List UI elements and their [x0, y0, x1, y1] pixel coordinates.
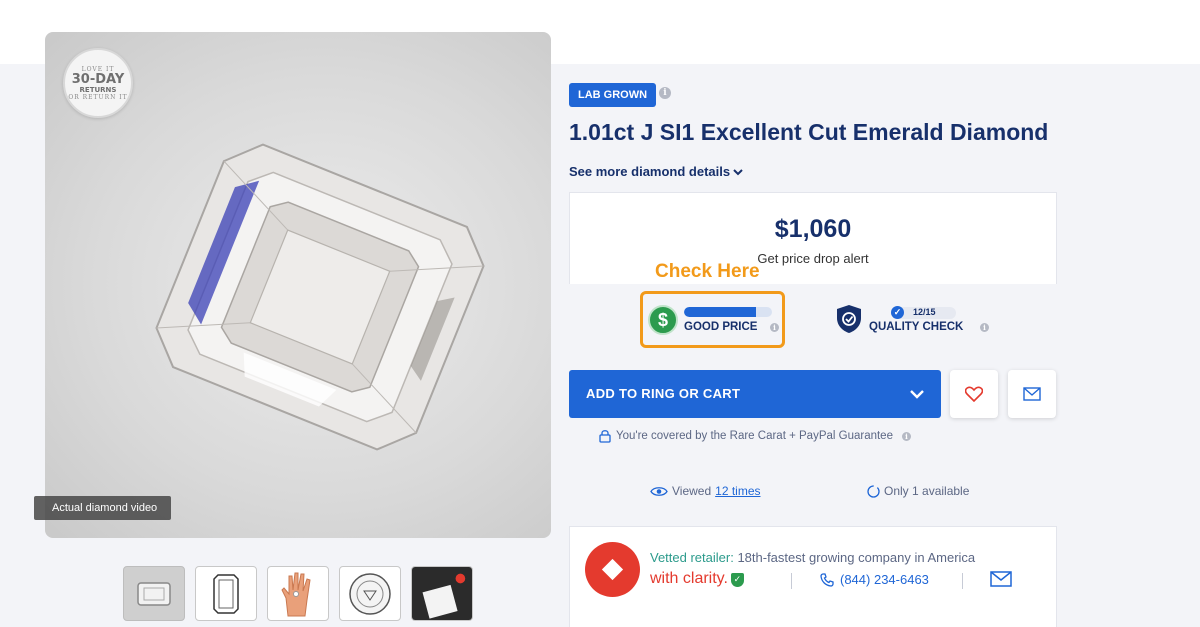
price-drop-alert-link[interactable]: Get price drop alert	[570, 251, 1056, 266]
annotation-highlight-box	[640, 291, 785, 348]
quality-check-label[interactable]: QUALITY CHECK	[869, 321, 963, 333]
thumbnail-diamond-outline[interactable]	[195, 566, 257, 621]
mail-icon[interactable]	[990, 571, 1012, 587]
certificate-seal-icon	[349, 572, 391, 615]
availability-text: Only 1 available	[884, 484, 970, 498]
viewed-count: Viewed 12 times	[650, 484, 761, 498]
viewed-times-link[interactable]: 12 times	[715, 484, 760, 498]
diamond-icon	[601, 558, 624, 581]
availability: Only 1 available	[867, 484, 969, 498]
wishlist-button[interactable]	[950, 370, 998, 418]
thumbnail-emerald-diamond[interactable]	[123, 566, 185, 621]
returns-badge-label: RETURNS	[79, 85, 117, 94]
info-icon[interactable]: i	[659, 87, 671, 99]
returns-badge: LOVE IT 30-DAY RETURNS OR RETURN IT	[63, 48, 133, 118]
shield-icon	[837, 305, 861, 333]
vetted-description: 18th-fastest growing company in America	[733, 550, 976, 565]
vetted-label: Vetted retailer:	[650, 550, 734, 565]
product-title: 1.01ct J SI1 Excellent Cut Emerald Diamo…	[569, 119, 1049, 145]
chevron-down-icon[interactable]	[909, 386, 925, 402]
check-here-annotation: Check Here	[655, 261, 760, 282]
returns-badge-bottom: OR RETURN IT	[68, 93, 128, 101]
diamond-outline-icon	[213, 573, 239, 614]
viewed-prefix: Viewed	[672, 484, 712, 498]
retailer-name-text: with clarity.	[650, 570, 728, 587]
retailer-phone-link[interactable]: (844) 234-6463	[820, 572, 929, 587]
retailer-box-icon	[412, 567, 472, 620]
availability-icon	[867, 484, 880, 498]
heart-icon	[965, 386, 983, 402]
cart-button-label: ADD TO RING OR CART	[586, 386, 741, 401]
divider	[962, 573, 963, 589]
price: $1,060	[774, 215, 852, 243]
thumbnail-retailer-box[interactable]	[411, 566, 473, 621]
emerald-diamond-image	[155, 143, 485, 451]
vetted-retailer-text: Vetted retailer: 18th-fastest growing co…	[650, 550, 975, 565]
quality-info-icon[interactable]: i	[980, 323, 989, 332]
guarantee-text: You're covered by the Rare Carat + PayPa…	[616, 430, 893, 442]
guarantee-info-icon[interactable]: i	[901, 431, 911, 441]
details-link-label: See more diamond details	[569, 164, 731, 179]
email-share-button[interactable]	[1008, 370, 1056, 418]
mail-icon	[1023, 387, 1041, 401]
chevron-down-icon	[733, 169, 743, 176]
hand-icon	[281, 572, 311, 616]
price-box: $1,060 Get price drop alert	[569, 192, 1057, 284]
see-more-details-link[interactable]: See more diamond details	[569, 164, 743, 179]
quality-score: 12/15	[913, 307, 936, 317]
thumbnail-certificate-seal[interactable]	[339, 566, 401, 621]
video-label: Actual diamond video	[34, 496, 172, 520]
eye-icon	[650, 486, 668, 496]
diamond-video-panel[interactable]: LOVE IT 30-DAY RETURNS OR RETURN IT	[45, 32, 551, 538]
guarantee-note: You're covered by the Rare Carat + PayPa…	[599, 429, 911, 443]
phone-icon	[820, 572, 834, 587]
lab-grown-badge: LAB GROWN	[569, 83, 657, 107]
retailer-logo	[585, 542, 640, 597]
divider	[791, 573, 792, 589]
thumbnail-hand-ring[interactable]	[267, 566, 329, 621]
phone-number: (844) 234-6463	[840, 572, 929, 587]
verified-shield-icon: ✓	[730, 573, 744, 587]
returns-badge-days: 30-DAY	[71, 71, 125, 87]
thumbnail-strip	[123, 566, 473, 621]
check-icon: ✓	[891, 306, 904, 319]
add-to-ring-or-cart-button[interactable]: ADD TO RING OR CART	[569, 370, 941, 418]
emerald-diamond-thumb-icon	[137, 581, 171, 606]
retailer-card: Vetted retailer: 18th-fastest growing co…	[569, 526, 1057, 627]
lock-icon	[599, 430, 611, 443]
retailer-name[interactable]: with clarity. ✓	[650, 570, 744, 588]
